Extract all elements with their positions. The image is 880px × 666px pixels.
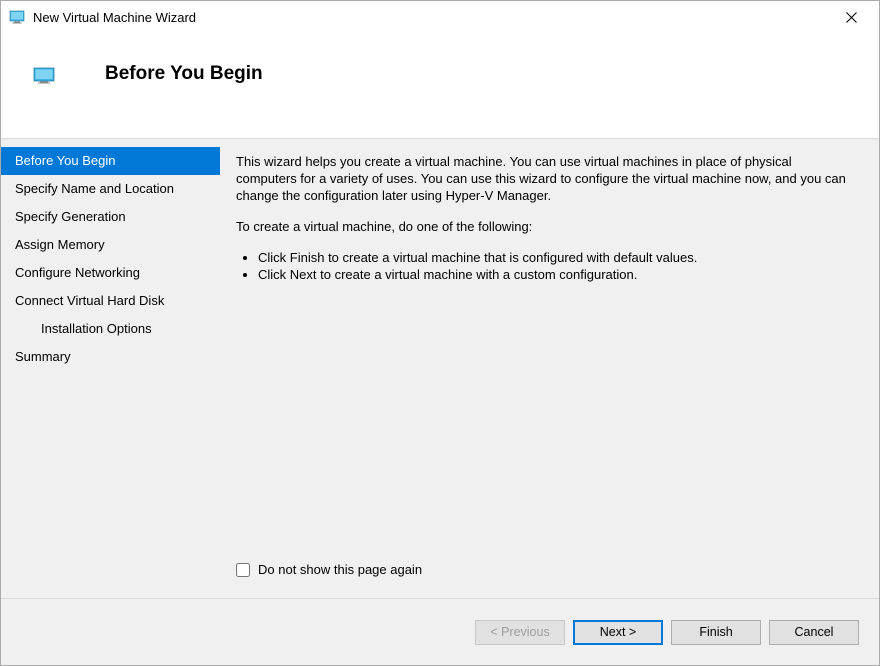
bullet-item: Click Next to create a virtual machine w…	[258, 266, 855, 283]
dont-show-again-row[interactable]: Do not show this page again	[236, 561, 855, 578]
cancel-button[interactable]: Cancel	[769, 620, 859, 645]
bullet-list: Click Finish to create a virtual machine…	[236, 249, 855, 283]
wizard-step[interactable]: Installation Options	[1, 315, 220, 343]
titlebar: New Virtual Machine Wizard	[1, 1, 879, 33]
instruction-text: To create a virtual machine, do one of t…	[236, 218, 855, 235]
app-icon	[9, 9, 25, 25]
dont-show-again-label: Do not show this page again	[258, 561, 422, 578]
next-button[interactable]: Next >	[573, 620, 663, 645]
wizard-step[interactable]: Configure Networking	[1, 259, 220, 287]
page-icon	[33, 67, 55, 84]
intro-text: This wizard helps you create a virtual m…	[236, 153, 855, 204]
close-icon	[846, 12, 857, 23]
wizard-content: This wizard helps you create a virtual m…	[220, 139, 879, 598]
wizard-step[interactable]: Specify Generation	[1, 203, 220, 231]
wizard-step[interactable]: Summary	[1, 343, 220, 371]
wizard-sidebar: Before You BeginSpecify Name and Locatio…	[1, 139, 220, 598]
previous-button: < Previous	[475, 620, 565, 645]
wizard-step[interactable]: Before You Begin	[1, 147, 220, 175]
finish-button[interactable]: Finish	[671, 620, 761, 645]
wizard-footer: < Previous Next > Finish Cancel	[1, 599, 879, 665]
dont-show-again-checkbox[interactable]	[236, 563, 250, 577]
wizard-step[interactable]: Specify Name and Location	[1, 175, 220, 203]
wizard-step[interactable]: Assign Memory	[1, 231, 220, 259]
bullet-item: Click Finish to create a virtual machine…	[258, 249, 855, 266]
wizard-header: Before You Begin	[1, 33, 879, 138]
close-button[interactable]	[831, 1, 871, 33]
window-title: New Virtual Machine Wizard	[33, 10, 831, 25]
wizard-step[interactable]: Connect Virtual Hard Disk	[1, 287, 220, 315]
page-title: Before You Begin	[105, 63, 263, 85]
wizard-body: Before You BeginSpecify Name and Locatio…	[1, 138, 879, 599]
